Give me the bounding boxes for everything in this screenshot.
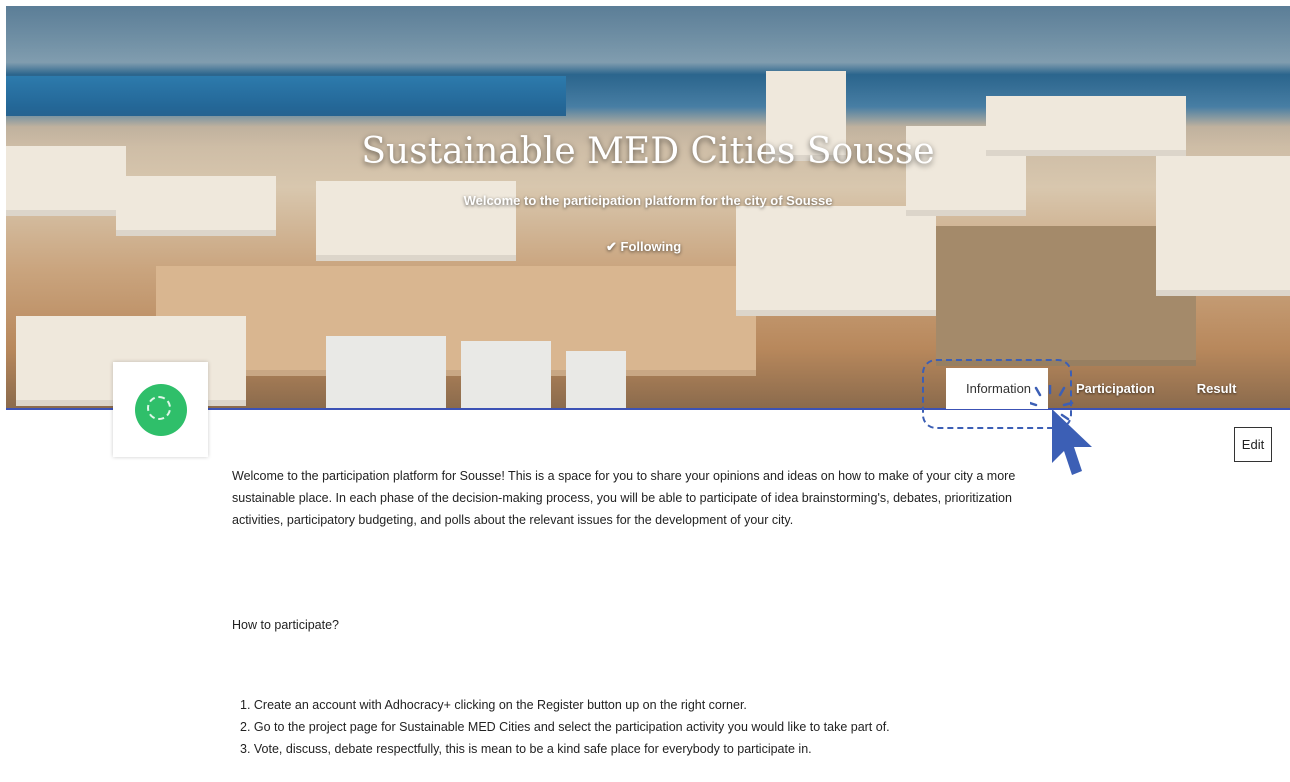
project-tabs: Information Participation Result [946,368,1252,409]
project-description: Welcome to the participation platform fo… [232,465,1062,531]
hero-banner: Sustainable MED Cities Sousse Welcome to… [6,6,1290,409]
intro-text: Welcome to the participation platform fo… [232,469,1016,527]
page-subtitle: Welcome to the participation platform fo… [463,193,833,208]
list-item: 1. Create an account with Adhocracy+ cli… [240,698,747,712]
hero-sea [6,76,566,116]
steps-list: 1. Create an account with Adhocracy+ cli… [240,694,890,760]
tab-participation[interactable]: Participation [1060,368,1171,409]
following-button[interactable]: ✔ Following [606,239,681,255]
list-item: 2. Go to the project page for Sustainabl… [240,720,890,734]
tab-result[interactable]: Result [1181,368,1253,409]
edit-button[interactable]: Edit [1234,427,1272,462]
how-to-participate-heading: How to participate? [232,618,340,632]
tab-information[interactable]: Information [946,368,1048,409]
logo-ring-icon [147,396,171,420]
list-item: 3. Vote, discuss, debate respectfully, t… [240,742,812,756]
logo-icon [135,384,187,436]
page-title: Sustainable MED Cities Sousse [361,131,935,172]
project-logo [113,362,208,457]
